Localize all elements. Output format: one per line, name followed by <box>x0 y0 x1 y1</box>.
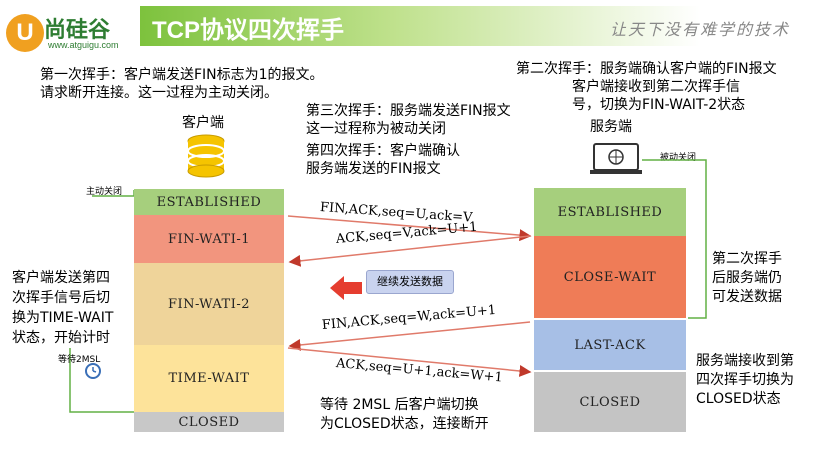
note-line: 换为TIME-WAIT <box>12 310 114 326</box>
note-line: 可发送数据 <box>712 289 782 305</box>
clock-icon <box>85 363 101 379</box>
server-after-second-note: 第二次挥手 后服务端仍 可发送数据 <box>712 250 782 307</box>
continue-arrow <box>330 276 362 300</box>
note-line: 为CLOSED状态，连接断开 <box>320 416 489 432</box>
note-line: 等待 2MSL 后客户端切换 <box>320 397 479 413</box>
note-line: 次挥手信号后切 <box>12 290 110 306</box>
note-line: CLOSED状态 <box>696 391 781 407</box>
note-line: 四次挥手切换为 <box>696 372 794 388</box>
continue-send-label: 继续发送数据 <box>366 270 454 294</box>
note-line: 服务端接收到第 <box>696 353 794 369</box>
note-line: 后服务端仍 <box>712 270 782 286</box>
note-line: 状态，开始计时 <box>12 330 110 346</box>
client-time-wait-note: 客户端发送第四 次挥手信号后切 换为TIME-WAIT 状态，开始计时 <box>12 268 113 348</box>
note-line: 客户端发送第四 <box>12 270 110 286</box>
wait-2msl-note: 等待 2MSL 后客户端切换 为CLOSED状态，连接断开 <box>320 396 489 434</box>
server-closed-note: 服务端接收到第 四次挥手切换为 CLOSED状态 <box>696 352 794 409</box>
note-line: 第二次挥手 <box>712 251 782 267</box>
